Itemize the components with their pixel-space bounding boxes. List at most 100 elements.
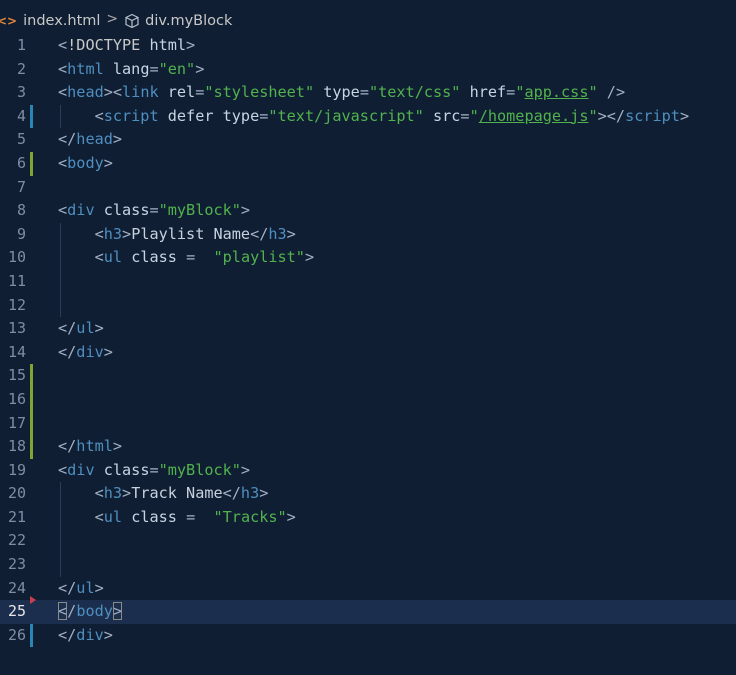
code-token: "en" — [158, 59, 196, 78]
code-line[interactable]: 3 <head><link rel="stylesheet" type="text… — [0, 81, 736, 105]
code-token: div — [76, 625, 104, 644]
code-line[interactable]: 21 <ul class = "Tracks"> — [0, 505, 736, 530]
code-line[interactable]: 13 </ul> — [0, 317, 736, 341]
code-token: < — [94, 106, 104, 125]
code-token: "playlist" — [213, 248, 305, 267]
code-token: < — [58, 36, 68, 54]
code-line[interactable]: 1 <!DOCTYPE html> — [0, 34, 736, 58]
breadcrumb-symbol[interactable]: div.myBlock — [124, 13, 232, 29]
code-token: /homepage.js — [478, 106, 589, 125]
code-token: script — [103, 106, 159, 125]
code-token: < — [58, 460, 68, 479]
code-token: > — [286, 507, 296, 526]
indent-guide — [60, 293, 61, 318]
code-line[interactable]: 14 </div> — [0, 341, 736, 365]
code-token: </ — [58, 130, 77, 149]
code-line[interactable]: 22 — [0, 529, 736, 554]
code-line[interactable]: 26 </div> — [0, 623, 736, 648]
code-token: < — [94, 224, 104, 243]
code-line[interactable]: 4 <script defer type="text/javascript" s… — [0, 104, 736, 129]
code-text: </div> — [58, 341, 113, 365]
code-line[interactable]: 2 <html lang="en"> — [0, 58, 736, 82]
gutter-change-marker[interactable] — [30, 411, 33, 436]
code-line[interactable]: 17 — [0, 411, 736, 436]
code-line[interactable]: 6 <body> — [0, 151, 736, 176]
code-token: " — [588, 106, 598, 125]
code-line[interactable]: 9 <h3>Playlist Name</h3> — [0, 222, 736, 247]
chevron-right-icon: > — [106, 11, 119, 27]
code-token: type — [323, 83, 360, 102]
code-token: = — [149, 59, 159, 78]
code-line[interactable]: 18 </html> — [0, 435, 736, 459]
gutter-change-marker[interactable] — [30, 151, 33, 176]
code-token: html — [149, 36, 187, 54]
code-token: = — [186, 248, 196, 267]
code-token: > — [94, 319, 104, 338]
code-line[interactable]: 5 </head> — [0, 128, 736, 152]
code-text: <ul class = "playlist"> — [58, 246, 315, 270]
code-token: > — [94, 578, 104, 597]
indent-guide — [60, 529, 61, 554]
code-token: h3 — [103, 484, 123, 503]
breadcrumb-file[interactable]: <> index.html — [0, 13, 100, 29]
line-number: 9 — [16, 224, 26, 243]
gutter-change-marker[interactable] — [30, 623, 33, 648]
code-token: class — [103, 460, 150, 479]
code-text: <head><link rel="stylesheet" type="text/… — [58, 81, 625, 105]
code-line[interactable]: 16 — [0, 387, 736, 412]
code-line[interactable]: 10 <ul class = "playlist"> — [0, 246, 736, 270]
breadcrumb-file-label: index.html — [23, 13, 101, 29]
code-line[interactable]: 7 — [0, 176, 736, 200]
code-token: body — [67, 153, 104, 172]
line-number: 8 — [16, 201, 26, 220]
html-file-icon: <> — [0, 14, 18, 28]
gutter-change-marker[interactable] — [30, 435, 33, 459]
code-token: > — [103, 625, 113, 644]
breadcrumb-symbol-label: div.myBlock — [145, 13, 233, 29]
code-token: h3 — [240, 484, 260, 503]
code-text: <h3>Playlist Name</h3> — [58, 223, 296, 247]
line-number: 19 — [7, 460, 26, 479]
line-number: 1 — [16, 36, 26, 54]
code-token: </ — [222, 484, 241, 503]
code-editor[interactable]: 1 <!DOCTYPE html> 2 <html lang="en"> 3 <head>… — [0, 34, 736, 648]
line-number: 14 — [7, 342, 26, 361]
gutter-change-marker[interactable] — [30, 596, 36, 605]
line-number: 20 — [7, 484, 26, 503]
code-token: "Tracks" — [213, 507, 287, 526]
code-text: </html> — [58, 435, 122, 459]
code-line[interactable]: 23 — [0, 553, 736, 577]
code-token: h3 — [268, 224, 287, 243]
gutter-change-marker[interactable] — [30, 364, 33, 388]
code-line[interactable]: 24 </ul> — [0, 577, 736, 601]
code-token: < — [94, 248, 104, 267]
code-token: < — [58, 602, 68, 621]
code-line[interactable]: 12 — [0, 293, 736, 318]
code-line[interactable]: 19 <div class="myBlock"> — [0, 459, 736, 483]
code-line[interactable]: 8 <div class="myBlock"> — [0, 199, 736, 223]
code-line[interactable]: 20 <h3>Track Name</h3> — [0, 482, 736, 506]
code-text: </ul> — [58, 317, 104, 341]
code-token: "myBlock" — [158, 201, 241, 220]
gutter-change-marker[interactable] — [30, 104, 33, 129]
code-token: > — [679, 106, 690, 125]
code-token: / — [67, 602, 77, 621]
code-token: class — [131, 507, 177, 526]
code-line[interactable]: 11 — [0, 269, 736, 294]
code-token: div — [67, 460, 95, 479]
code-line[interactable]: 25 </body> — [0, 596, 736, 624]
code-token: Playlist Name — [131, 224, 251, 243]
code-line[interactable]: 15 — [0, 364, 736, 388]
line-number: 24 — [7, 578, 26, 597]
gutter-change-marker[interactable] — [30, 387, 33, 412]
line-number: 13 — [7, 319, 26, 338]
line-number: 12 — [7, 295, 26, 314]
code-token: !DOCTYPE — [67, 36, 150, 54]
